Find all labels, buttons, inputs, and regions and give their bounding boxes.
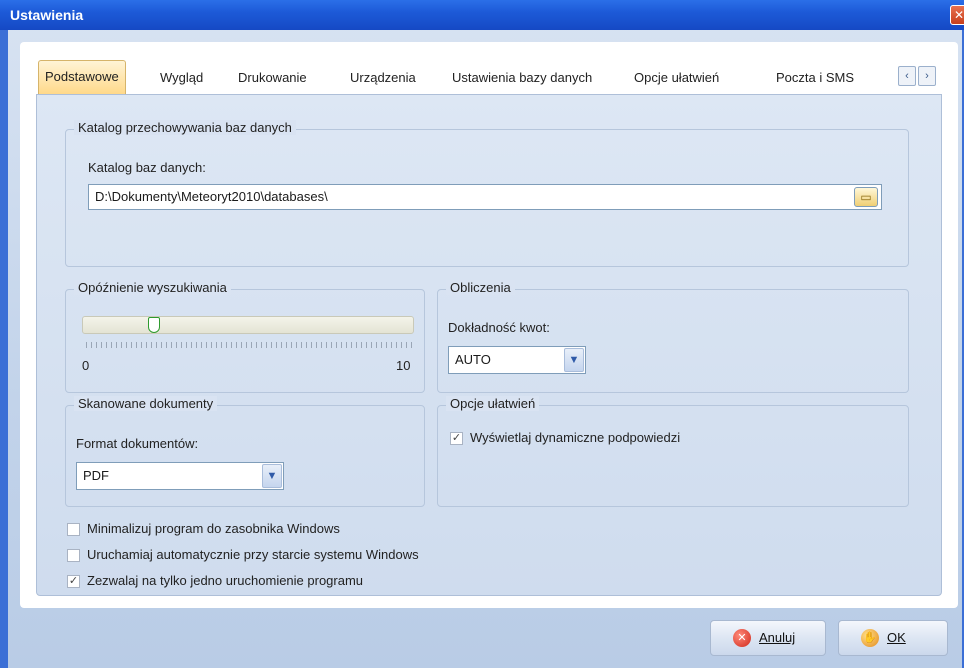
cancel-label: Anuluj: [759, 630, 796, 645]
chevron-down-icon[interactable]: ▼: [262, 464, 282, 488]
amount-precision-value: AUTO: [455, 352, 491, 367]
accessibility-group-title: Opcje ułatwień: [446, 396, 540, 411]
db-directory-label: Katalog baz danych:: [88, 160, 206, 175]
tab-panel-podstawowe: Katalog przechowywania baz danych Katalo…: [36, 94, 942, 596]
window-title: Ustawienia: [10, 7, 84, 23]
search-delay-slider[interactable]: [82, 316, 414, 334]
slider-thumb[interactable]: [148, 317, 161, 333]
ok-button[interactable]: ✋ OK: [838, 620, 948, 656]
dynamic-hints-checkbox[interactable]: ✓: [450, 432, 463, 445]
autostart-label: Uruchamiaj automatycznie przy starcie sy…: [87, 547, 419, 562]
calculations-group: Obliczenia Dokładność kwot: AUTO ▼: [437, 280, 909, 393]
cancel-button[interactable]: ✕ Anuluj: [710, 620, 826, 656]
minimize-to-tray-checkbox[interactable]: [67, 523, 80, 536]
slider-ticks: [86, 342, 412, 348]
title-bar[interactable]: Ustawienia ✕: [0, 0, 964, 30]
cancel-icon: ✕: [733, 629, 751, 647]
close-icon[interactable]: ✕: [950, 5, 964, 25]
tab-urzadzenia[interactable]: Urządzenia: [350, 64, 416, 92]
search-delay-group-title: Opóźnienie wyszukiwania: [74, 280, 231, 295]
single-instance-checkbox[interactable]: ✓: [67, 575, 80, 588]
tab-poczta-i-sms[interactable]: Poczta i SMS: [776, 64, 854, 92]
db-directory-input[interactable]: D:\Dokumenty\Meteoryt2010\databases\: [88, 184, 882, 210]
doc-format-value: PDF: [83, 468, 109, 483]
calculations-group-title: Obliczenia: [446, 280, 515, 295]
tab-strip: Podstawowe Wygląd Drukowanie Urządzenia …: [32, 60, 946, 94]
scanned-docs-group-title: Skanowane dokumenty: [74, 396, 218, 411]
doc-format-select[interactable]: PDF ▼: [76, 462, 284, 490]
tab-scroll-right-icon[interactable]: ›: [918, 66, 936, 86]
single-instance-label: Zezwalaj na tylko jedno uruchomienie pro…: [87, 573, 364, 588]
ok-hand-icon: ✋: [861, 629, 879, 647]
db-directory-group-title: Katalog przechowywania baz danych: [74, 120, 296, 135]
search-delay-group: Opóźnienie wyszukiwania 0 10: [65, 280, 425, 393]
amount-precision-label: Dokładność kwot:: [448, 320, 550, 335]
tab-ustawienia-bazy-danych[interactable]: Ustawienia bazy danych: [452, 64, 592, 92]
tab-opcje-ulatwien[interactable]: Opcje ułatwień: [634, 64, 719, 92]
dialog-content: Podstawowe Wygląd Drukowanie Urządzenia …: [20, 42, 958, 608]
chevron-down-icon[interactable]: ▼: [564, 348, 584, 372]
ok-label: OK: [887, 630, 906, 645]
accessibility-group: Opcje ułatwień ✓ Wyświetlaj dynamiczne p…: [437, 396, 909, 507]
autostart-checkbox[interactable]: [67, 549, 80, 562]
minimize-to-tray-label: Minimalizuj program do zasobnika Windows: [87, 521, 340, 536]
slider-max-label: 10: [396, 358, 411, 373]
tab-drukowanie[interactable]: Drukowanie: [238, 64, 307, 92]
tab-scroll-left-icon[interactable]: ‹: [898, 66, 916, 86]
amount-precision-select[interactable]: AUTO ▼: [448, 346, 586, 374]
scanned-docs-group: Skanowane dokumenty Format dokumentów: P…: [65, 396, 425, 507]
db-directory-group: Katalog przechowywania baz danych Katalo…: [65, 120, 909, 267]
folder-browse-icon[interactable]: ▭: [854, 187, 878, 207]
tab-podstawowe[interactable]: Podstawowe: [38, 60, 126, 94]
settings-window: Ustawienia ✕ Podstawowe Wygląd Drukowani…: [0, 0, 964, 668]
doc-format-label: Format dokumentów:: [76, 436, 199, 451]
tab-wyglad[interactable]: Wygląd: [160, 64, 203, 92]
slider-min-label: 0: [82, 358, 90, 373]
dynamic-hints-label: Wyświetlaj dynamiczne podpowiedzi: [470, 430, 681, 445]
